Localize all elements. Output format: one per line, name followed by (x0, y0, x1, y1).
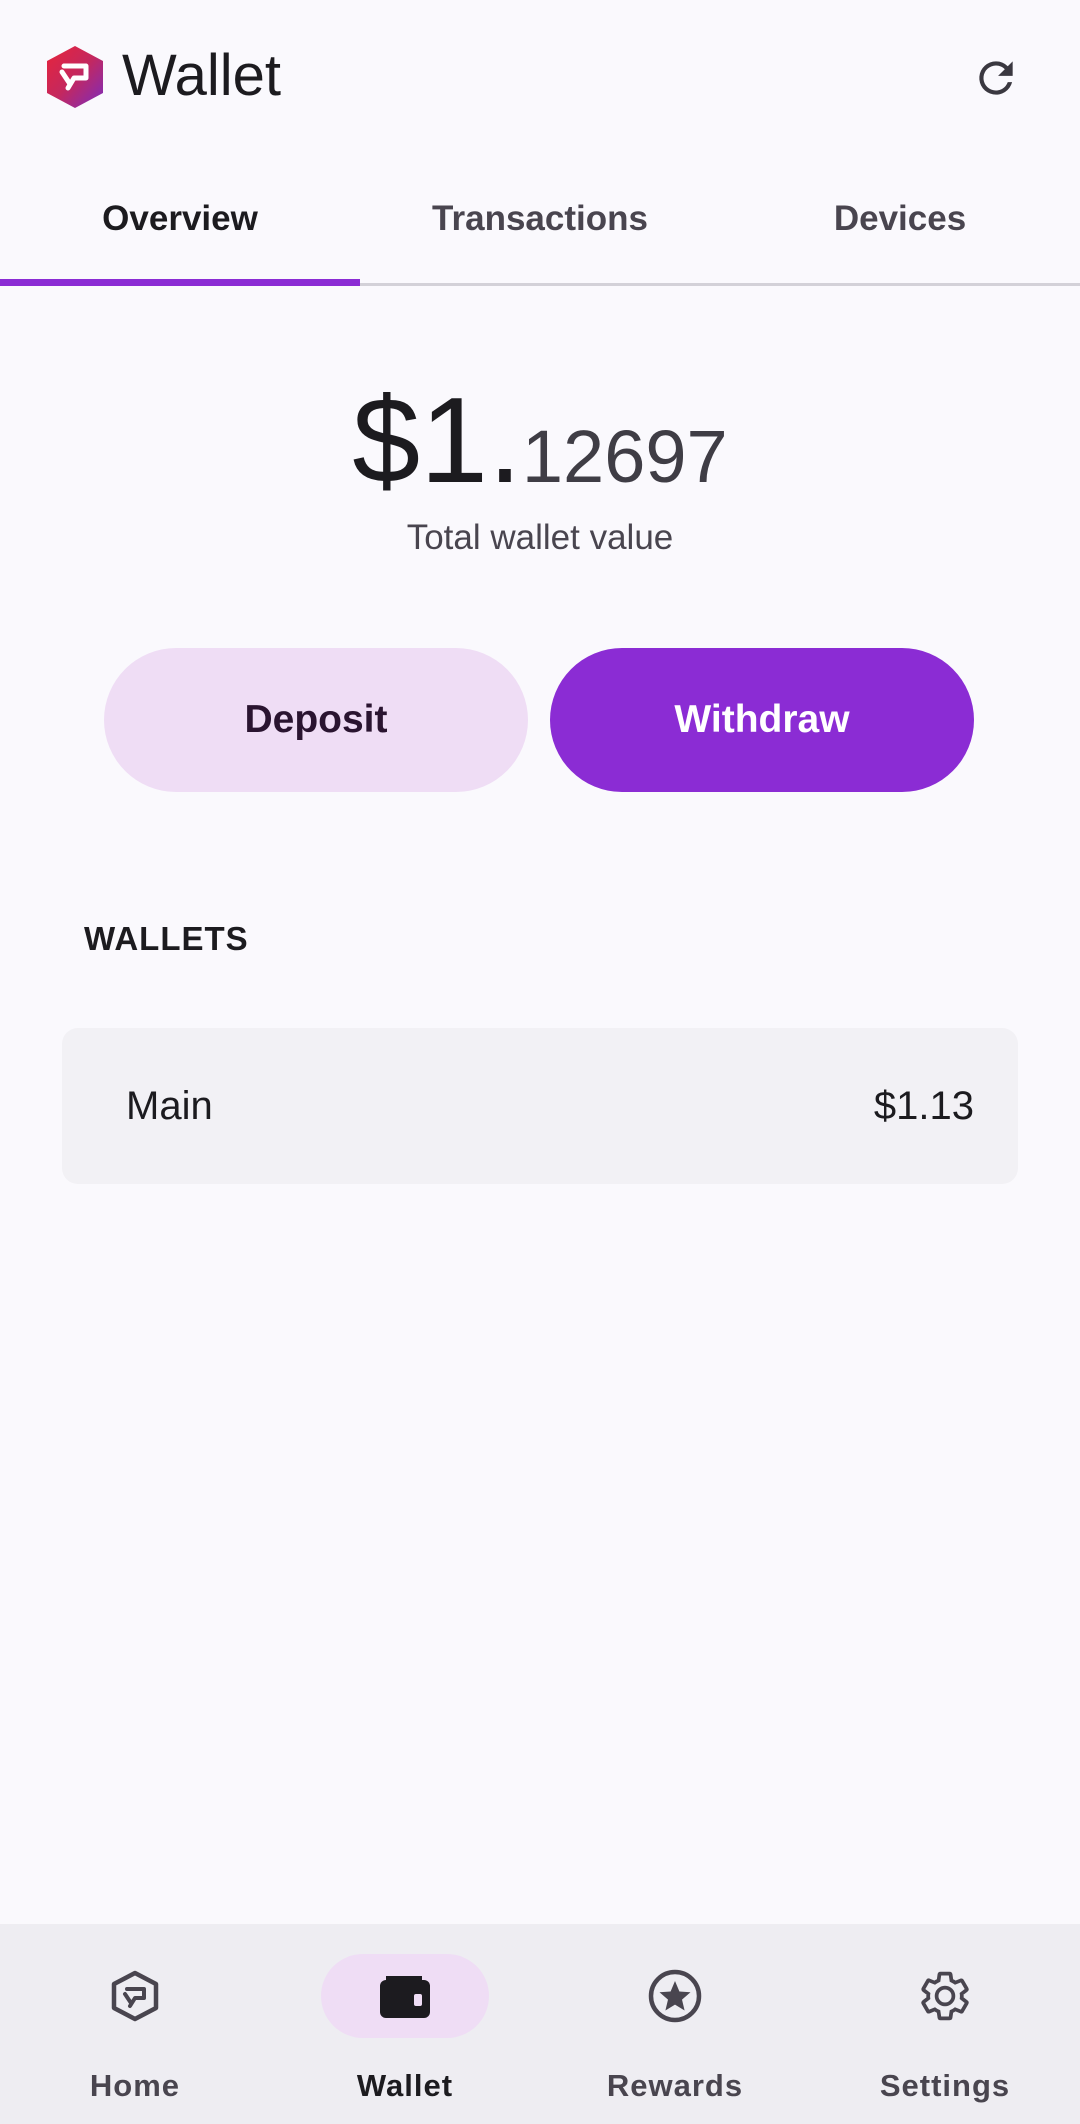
balance-decimal: 12697 (521, 415, 728, 498)
nav-pill (321, 1954, 489, 2038)
refresh-icon (979, 61, 1013, 95)
nav-label: Rewards (606, 2068, 744, 2103)
star-icon (648, 1969, 702, 2023)
nav-item-home[interactable]: Home (0, 1924, 270, 2124)
wallet-value: $1.13 (873, 1083, 974, 1128)
gear-icon (921, 1971, 969, 2021)
wallet-item-main[interactable]: Main $1.13 (62, 1028, 1018, 1184)
home-shield-icon (111, 1970, 159, 2022)
bottom-navigation: Home Wallet Rewards Settings (0, 1924, 1080, 2124)
tab-bar: Overview Transactions Devices (0, 170, 1080, 286)
wallet-screen: Wallet Overview Transactions Devices $1.… (0, 0, 1080, 2124)
wallets-section-title: WALLETS (84, 920, 249, 957)
wallet-icon (380, 1976, 430, 2018)
tab-transactions[interactable]: Transactions (360, 170, 720, 283)
wallet-name: Main (126, 1083, 213, 1128)
tab-devices[interactable]: Devices (720, 170, 1080, 283)
nav-pill (861, 1954, 1029, 2038)
app-header: Wallet (0, 0, 1080, 150)
nav-item-rewards[interactable]: Rewards (540, 1924, 810, 2124)
nav-label: Settings (879, 2068, 1011, 2103)
nav-pill (591, 1954, 759, 2038)
shield-logo-icon (44, 44, 106, 110)
balance-label: Total wallet value (406, 518, 674, 557)
refresh-button[interactable] (966, 48, 1026, 108)
total-balance: $1.12697 (0, 370, 1080, 527)
nav-item-settings[interactable]: Settings (810, 1924, 1080, 2124)
nav-item-wallet[interactable]: Wallet (270, 1924, 540, 2124)
page-title: Wallet (122, 43, 281, 108)
tab-overview[interactable]: Overview (0, 170, 360, 286)
balance-integer: $1. (352, 372, 522, 508)
nav-label: Home (89, 2068, 181, 2103)
deposit-button[interactable]: Deposit (104, 648, 528, 792)
withdraw-button[interactable]: Withdraw (550, 648, 974, 792)
nav-pill (51, 1954, 219, 2038)
nav-label: Wallet (356, 2068, 454, 2103)
